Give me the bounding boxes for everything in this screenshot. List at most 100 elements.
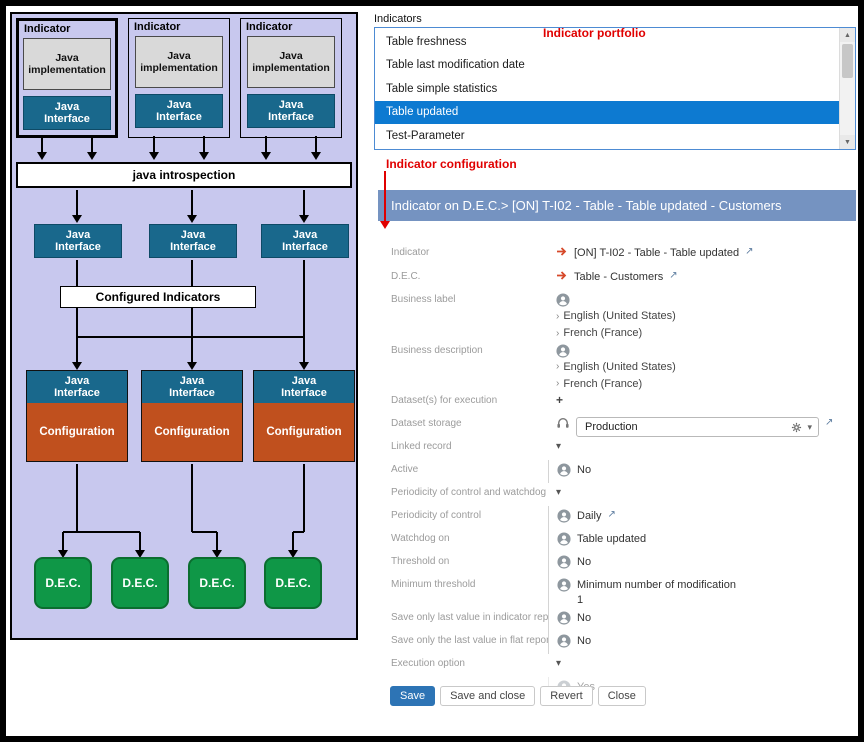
- chevron-down-icon[interactable]: ▾: [556, 486, 561, 500]
- headset-icon: [556, 417, 570, 429]
- caret-down-icon[interactable]: ▾: [807, 421, 812, 433]
- field-label: Save only last value in indicator report…: [378, 608, 548, 631]
- user-permission-icon: [557, 611, 571, 625]
- field-value-text: No: [577, 611, 591, 626]
- external-link-icon[interactable]: ↗: [669, 270, 677, 281]
- configured-indicator-box: Java Interface Configuration: [141, 370, 243, 462]
- list-item[interactable]: Table simple statistics: [375, 77, 839, 101]
- save-and-close-button[interactable]: Save and close: [440, 686, 535, 706]
- field-label: Business description: [378, 341, 548, 392]
- field-value: [ON] T-I02 - Table - Table updated ↗: [548, 243, 856, 267]
- field-value-number: 1: [577, 593, 736, 608]
- field-value-text[interactable]: Daily: [577, 509, 601, 524]
- plus-icon[interactable]: +: [556, 394, 563, 406]
- list-item[interactable]: Test-Parameter: [375, 124, 839, 148]
- expander-icon[interactable]: ›: [556, 310, 559, 324]
- scrollbar-thumb[interactable]: [842, 44, 853, 78]
- field-row-periodicity-of-control: Periodicity of control Daily ↗: [378, 506, 856, 529]
- indicator-group: Indicator Java implementation Java Inter…: [128, 18, 230, 138]
- field-row-minimum-threshold: Minimum threshold Minimum number of modi…: [378, 575, 856, 608]
- field-value-text[interactable]: Table - Customers: [574, 270, 663, 285]
- expander-icon[interactable]: ›: [556, 377, 559, 391]
- expander-icon[interactable]: ›: [556, 360, 559, 374]
- java-implementation-box: Java implementation: [135, 36, 223, 88]
- field-label: Indicator: [378, 243, 548, 267]
- field-value: Minimum number of modification 1: [548, 575, 856, 608]
- field-row-threshold-on: Threshold on No: [378, 552, 856, 575]
- field-value: Table updated: [548, 529, 856, 552]
- field-row-watchdog-on: Watchdog on Table updated: [378, 529, 856, 552]
- field-value-text: Minimum number of modification: [577, 578, 736, 593]
- field-value-text[interactable]: [ON] T-I02 - Table - Table updated: [574, 246, 739, 261]
- language-label: English (United States): [563, 309, 676, 324]
- indicator-group-title: Indicator: [129, 21, 229, 33]
- user-permission-icon: [557, 463, 571, 477]
- user-permission-icon: [557, 555, 571, 569]
- field-label: Watchdog on: [378, 529, 548, 552]
- field-row-dec: D.E.C. Table - Customers ↗: [378, 267, 856, 290]
- annotation-indicator-portfolio: Indicator portfolio: [543, 26, 646, 40]
- indicator-group-title: Indicator: [241, 21, 341, 33]
- annotation-indicator-configuration: Indicator configuration: [386, 157, 517, 171]
- field-row-datasets-for-execution: Dataset(s) for execution +: [378, 391, 856, 414]
- field-label: D.E.C.: [378, 267, 548, 290]
- gear-icon[interactable]: [791, 422, 802, 433]
- field-row-dataset-storage: Dataset storage Production ▾ ↗: [378, 414, 856, 437]
- diagram-panel: Indicator Java implementation Java Inter…: [10, 12, 358, 640]
- annotation-arrow: [384, 171, 386, 221]
- field-row-indicator: Indicator [ON] T-I02 - Table - Table upd…: [378, 243, 856, 267]
- field-value-text: No: [577, 634, 591, 649]
- java-interface-box: Java Interface: [34, 224, 122, 258]
- record-header: Indicator on D.E.C.> [ON] T-I02 - Table …: [378, 190, 856, 221]
- save-button[interactable]: Save: [390, 686, 435, 706]
- section-row-execution-option: Execution option ▾: [378, 654, 856, 677]
- field-value: +: [548, 391, 856, 414]
- field-value-text: Table updated: [577, 532, 646, 547]
- chevron-down-icon[interactable]: ▾: [556, 440, 561, 454]
- java-interface-box: Java Interface: [261, 224, 349, 258]
- user-permission-icon: [556, 293, 570, 307]
- user-permission-icon: [557, 578, 571, 592]
- revert-button[interactable]: Revert: [540, 686, 592, 706]
- field-row-save-last-indicator-report: Save only last value in indicator report…: [378, 608, 856, 631]
- field-label: Save only the last value in flat reporti…: [378, 631, 548, 654]
- field-value: Daily ↗: [548, 506, 856, 529]
- list-item-selected[interactable]: Table updated: [375, 101, 839, 125]
- configuration-box: Configuration: [254, 403, 354, 461]
- field-row-business-description: Business description ›English (United St…: [378, 341, 856, 392]
- indicators-listbox: Table freshness Table last modification …: [374, 27, 856, 150]
- section-row-periodicity: Periodicity of control and watchdog ▾: [378, 483, 856, 506]
- configured-indicator-box: Java Interface Configuration: [253, 370, 355, 462]
- field-value-text: No: [577, 555, 591, 570]
- external-link-icon[interactable]: ↗: [607, 509, 615, 520]
- scroll-down-icon[interactable]: ▼: [840, 135, 855, 149]
- java-interface-box: Java Interface: [135, 94, 223, 128]
- scroll-up-icon[interactable]: ▲: [840, 28, 855, 42]
- user-permission-icon: [557, 634, 571, 648]
- field-label: Active: [378, 460, 548, 483]
- list-item[interactable]: Table last modification date: [375, 54, 839, 78]
- field-label: Threshold on: [378, 552, 548, 575]
- field-value: ›English (United States) ›French (France…: [548, 290, 856, 341]
- scrollbar[interactable]: ▲ ▼: [839, 28, 855, 149]
- chevron-down-icon[interactable]: ▾: [556, 657, 561, 671]
- java-introspection-bar: java introspection: [16, 162, 352, 188]
- language-line: › English (United States): [556, 309, 676, 324]
- external-link-icon[interactable]: ↗: [745, 246, 753, 257]
- field-label: Business label: [378, 290, 548, 341]
- expander-icon[interactable]: ›: [556, 327, 559, 341]
- section-toggle: ▾: [548, 654, 856, 677]
- configuration-box: Configuration: [27, 403, 127, 461]
- record-open-icon[interactable]: [556, 246, 568, 257]
- close-button[interactable]: Close: [598, 686, 646, 706]
- combobox-value: Production: [585, 420, 786, 435]
- external-link-icon[interactable]: ↗: [825, 417, 833, 428]
- field-value: No: [548, 631, 856, 654]
- record-open-icon[interactable]: [556, 270, 568, 281]
- java-interface-box: Java Interface: [27, 371, 127, 403]
- record-form: Indicator [ON] T-I02 - Table - Table upd…: [378, 221, 856, 710]
- dec-box: D.E.C.: [34, 557, 92, 609]
- indicators-field-label: Indicators: [374, 13, 422, 25]
- dataset-storage-combobox[interactable]: Production ▾: [576, 417, 819, 437]
- section-label: Linked record: [378, 437, 548, 460]
